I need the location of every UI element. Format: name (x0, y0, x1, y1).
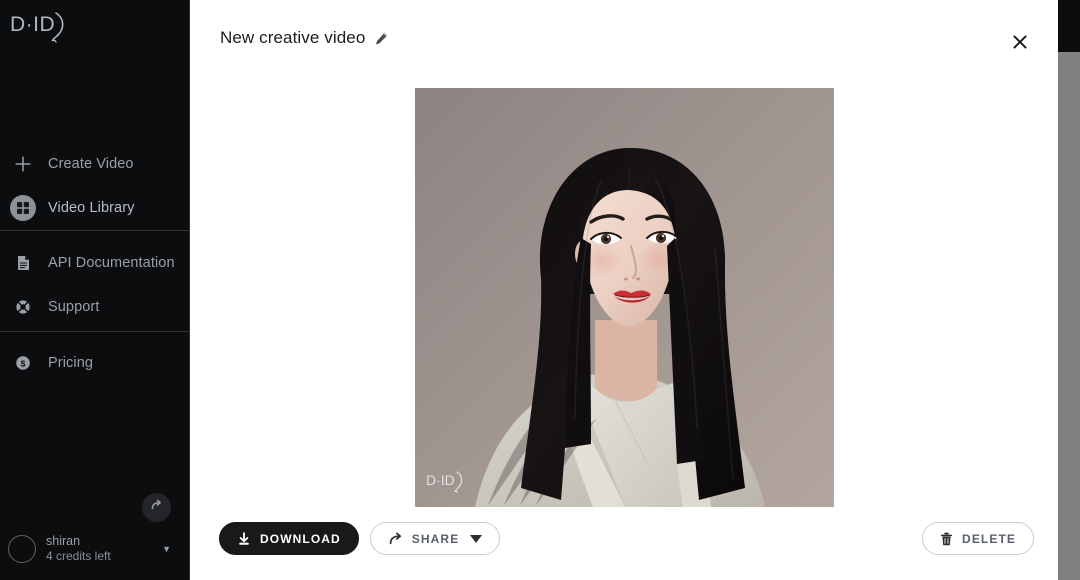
download-icon (237, 531, 251, 546)
portrait-image (415, 88, 834, 507)
app-root: D·ID Create Video Video Library API Docu… (0, 0, 1080, 580)
trash-icon (940, 532, 953, 546)
sidebar-divider (0, 331, 189, 332)
sidebar-group-billing: $ Pricing (0, 341, 189, 385)
document-icon (10, 250, 36, 276)
modal-action-bar: DOWNLOAD SHARE DELETE (190, 522, 1080, 556)
download-button[interactable]: DOWNLOAD (219, 522, 359, 555)
lifebuoy-icon (10, 294, 36, 320)
sidebar-item-video-library[interactable]: Video Library (0, 186, 189, 230)
download-button-label: DOWNLOAD (260, 531, 341, 546)
plus-icon (10, 151, 36, 177)
did-logo-icon[interactable]: D·ID (8, 5, 78, 49)
sidebar-item-create-video[interactable]: Create Video (0, 142, 189, 186)
sidebar-group-primary: Create Video Video Library (0, 142, 189, 230)
modal-header: New creative video (190, 0, 1080, 82)
sidebar-item-label: Support (48, 299, 100, 315)
user-meta: shiran 4 credits left (46, 534, 162, 565)
share-icon (388, 532, 403, 546)
sidebar: D·ID Create Video Video Library API Docu… (0, 0, 190, 580)
pencil-icon[interactable] (374, 31, 389, 46)
expand-arrow-icon (149, 498, 164, 518)
user-name: shiran (46, 533, 81, 548)
svg-text:$: $ (21, 358, 26, 368)
sidebar-item-api-documentation[interactable]: API Documentation (0, 241, 189, 285)
sidebar-item-label: API Documentation (48, 255, 175, 271)
caret-down-icon[interactable] (470, 534, 483, 543)
grid-icon (10, 195, 36, 221)
video-detail-modal: New creative video D·ID DOWNLOAD SHARE D… (190, 0, 1080, 580)
sidebar-item-label: Create Video (48, 156, 134, 172)
destructive-actions: DELETE (922, 522, 1034, 555)
user-profile-menu[interactable]: shiran 4 credits left ▼ (0, 518, 189, 580)
svg-text:D·ID: D·ID (10, 13, 55, 36)
sidebar-item-label: Video Library (48, 200, 135, 216)
video-preview[interactable]: D·ID (415, 88, 834, 507)
dollar-circle-icon: $ (10, 350, 36, 376)
avatar (8, 535, 36, 563)
share-button[interactable]: SHARE (369, 522, 501, 555)
page-scrollbar[interactable] (1058, 0, 1080, 580)
user-credits: 4 credits left (46, 549, 111, 564)
chevron-down-icon: ▼ (162, 544, 171, 554)
sidebar-divider (0, 230, 189, 231)
sidebar-item-label: Pricing (48, 355, 94, 371)
delete-button-label: DELETE (962, 531, 1016, 546)
delete-button[interactable]: DELETE (922, 522, 1034, 555)
scrollbar-track-top (1058, 0, 1080, 52)
primary-actions: DOWNLOAD SHARE (219, 522, 501, 555)
sidebar-group-resources: API Documentation Support (0, 241, 189, 329)
sidebar-item-support[interactable]: Support (0, 285, 189, 329)
share-button-label: SHARE (411, 531, 460, 546)
page-title: New creative video (220, 28, 366, 47)
modal-title-group: New creative video (220, 28, 389, 48)
close-icon[interactable] (1006, 28, 1034, 56)
sidebar-item-pricing[interactable]: $ Pricing (0, 341, 189, 385)
